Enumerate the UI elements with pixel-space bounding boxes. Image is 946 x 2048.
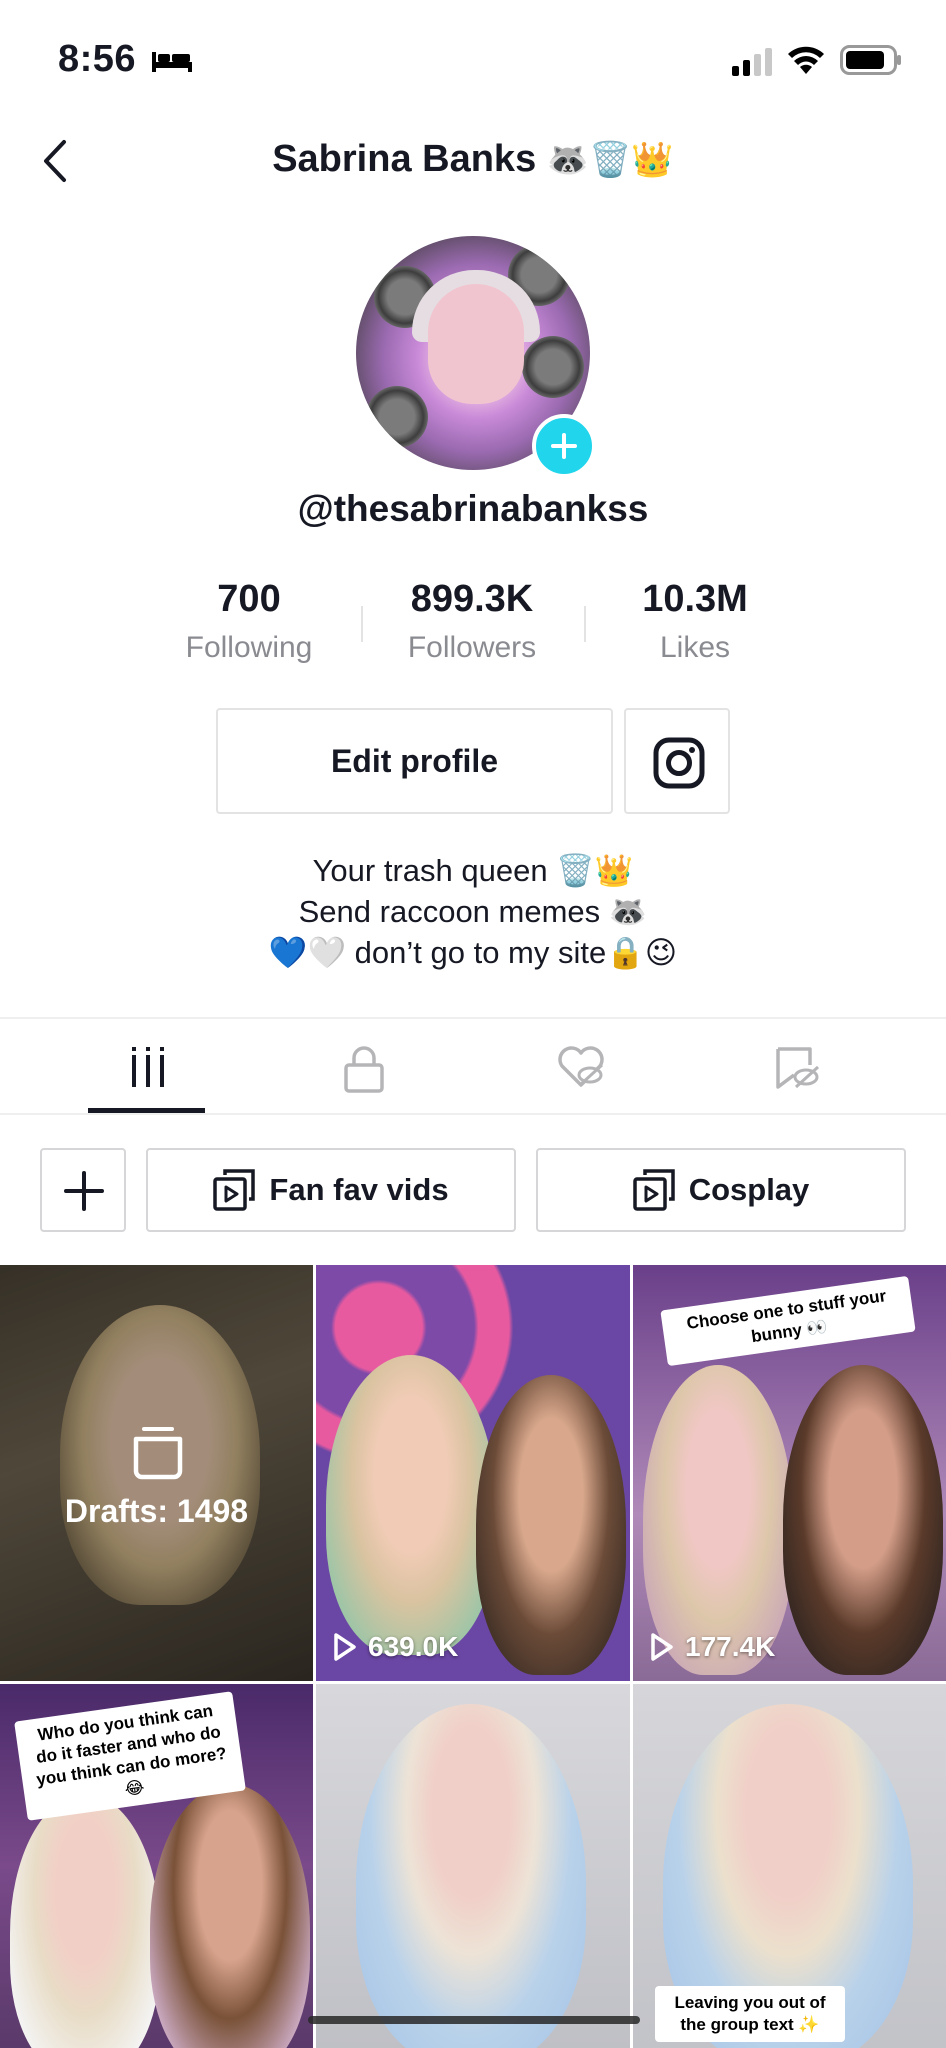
stat-followers[interactable]: 899.3K Followers [362,578,582,665]
title-emoji: 🦝🗑️👑 [546,140,674,180]
stat-label: Followers [407,631,537,664]
play-icon [651,1633,673,1661]
playlist-icon [632,1169,675,1211]
page-title: Sabrina Banks 🦝🗑️👑 [0,138,946,181]
profile-tabs [0,1019,946,1115]
lock-icon [344,1046,384,1093]
sleep-bed-icon [152,52,192,72]
battery-icon [840,45,901,75]
heart-hidden-icon [558,1046,604,1087]
view-count: 639.0K [332,1631,458,1663]
scroll-indicator [308,2016,640,2024]
bio-line: Your trash queen 🗑️👑 [312,853,634,888]
raccoon-sticker [366,386,428,448]
signal-icon [732,48,772,76]
plus-icon [551,433,577,459]
playlist-icon [213,1169,256,1211]
plus-icon [64,1171,104,1211]
divider [0,1113,946,1115]
video-tile[interactable]: Leaving you out of the group text ✨ [633,1684,946,2048]
stat-likes[interactable]: 10.3M Likes [585,578,805,665]
view-count-text: 639.0K [368,1631,459,1662]
username: @thesabrinabankss [297,488,649,529]
video-thumbnail [326,1355,496,1655]
add-avatar-button[interactable] [532,414,596,478]
wifi-icon [788,46,824,74]
edit-profile-button[interactable]: Edit profile [216,708,613,814]
avatar-face [428,284,524,404]
view-count-text: 177.4K [685,1631,776,1662]
video-thumbnail [643,1365,793,1675]
playlist-label: Fan fav vids [269,1172,449,1207]
add-playlist-button[interactable] [40,1148,126,1232]
video-thumbnail [476,1375,626,1675]
status-time: 8:56 [58,38,137,80]
profile-header: Sabrina Banks 🦝🗑️👑 [0,120,946,200]
playlist-label: Cosplay [688,1172,810,1207]
video-tile[interactable]: Choose one to stuff your bunny 👀 177.4K [633,1265,946,1681]
tab-private[interactable] [256,1019,472,1115]
video-thumbnail [783,1365,943,1675]
video-caption: Choose one to stuff your bunny 👀 [660,1275,916,1367]
profile-stats: 700 Following 899.3K Followers 10.3M Lik… [0,578,946,668]
stat-value: 10.3M [642,578,748,620]
playlist-cosplay[interactable]: Cosplay [536,1148,906,1232]
playlist-fan-fav-vids[interactable]: Fan fav vids [146,1148,516,1232]
drafts-box-icon [133,1427,183,1480]
video-tile[interactable]: Who do you think can do it faster and wh… [0,1684,313,2048]
grid-videos-icon [132,1047,164,1087]
video-thumbnail [356,1704,586,2048]
profile-bio: Your trash queen 🗑️👑 Send raccoon memes … [0,850,946,973]
view-count: 177.4K [649,1631,775,1663]
play-icon [334,1633,356,1661]
stat-value: 700 [217,578,281,620]
stat-following[interactable]: 700 Following [139,578,359,665]
tab-videos[interactable] [40,1019,256,1115]
status-bar: 8:56 [0,0,946,120]
bookmark-hidden-icon [776,1047,820,1089]
instagram-icon [653,737,705,789]
video-tile[interactable]: 639.0K [316,1265,630,1681]
profile-name: Sabrina Banks [272,138,537,180]
tab-liked[interactable] [472,1019,688,1115]
bio-line: 💙🤍 don’t go to my site🔒😉 [268,935,678,970]
video-tile[interactable] [316,1684,630,2048]
stat-label: Likes [659,631,731,664]
stat-value: 899.3K [410,578,534,620]
video-grid: Drafts: 1498 639.0K Choose one to stuff … [0,1265,946,2048]
drafts-count: Drafts: 1498 [64,1493,249,1529]
bio-line: Send raccoon memes 🦝 [298,894,648,929]
stat-label: Following [185,631,313,664]
instagram-button[interactable] [624,708,730,814]
video-thumbnail [10,1794,160,2048]
tab-saved[interactable] [688,1019,904,1115]
drafts-tile[interactable]: Drafts: 1498 [0,1265,313,1681]
video-thumbnail [150,1784,310,2048]
video-caption: Leaving you out of the group text ✨ [655,1986,845,2042]
raccoon-sticker [522,336,584,398]
